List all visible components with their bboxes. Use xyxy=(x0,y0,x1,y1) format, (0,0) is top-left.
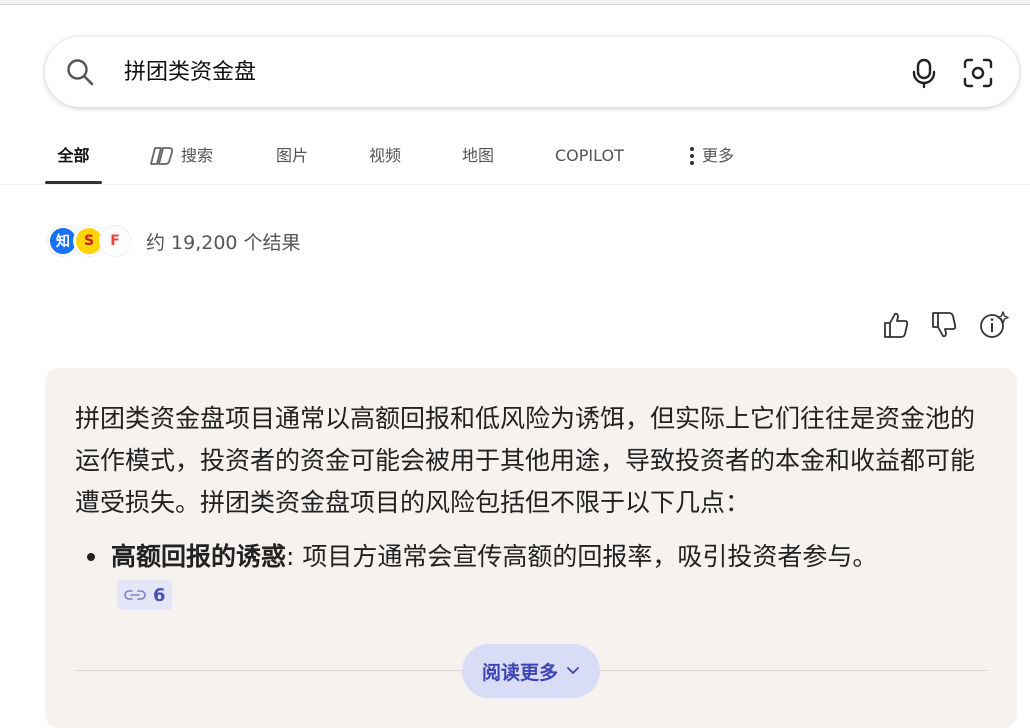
tab-videos[interactable]: 视频 xyxy=(369,128,401,184)
more-vertical-icon xyxy=(690,147,694,165)
citation-badge[interactable]: 6 xyxy=(117,580,172,610)
bullet-title: 高额回报的诱惑 xyxy=(111,542,287,571)
thumbs-up-icon[interactable] xyxy=(881,310,911,340)
search-tabs: 全部 搜索 图片 视频 地图 COPILOT 更多 xyxy=(0,128,1030,185)
ai-info-icon[interactable] xyxy=(979,310,1009,340)
copilot-icon xyxy=(150,147,174,165)
search-input[interactable] xyxy=(122,57,826,89)
tab-label: 全部 xyxy=(57,146,90,165)
thumbs-down-icon[interactable] xyxy=(929,310,959,340)
tab-label: 视频 xyxy=(369,146,402,165)
tab-search[interactable]: 搜索 xyxy=(149,128,213,184)
bullet-body: : 项目方通常会宣传高额的回报率，吸引投资者参与。 xyxy=(286,542,878,571)
source-f-icon[interactable]: F xyxy=(100,226,130,256)
bullet-dot xyxy=(87,553,95,561)
bullet-text: 高额回报的诱惑: 项目方通常会宣传高额的回报率，吸引投资者参与。 xyxy=(111,538,877,576)
tab-label: 地图 xyxy=(462,146,495,165)
tab-label: 更多 xyxy=(702,146,735,165)
tab-more[interactable]: 更多 xyxy=(688,128,734,184)
tab-copilot[interactable]: COPILOT xyxy=(555,128,624,184)
search-box[interactable] xyxy=(45,37,1019,107)
search-icon[interactable] xyxy=(65,57,95,87)
tab-maps[interactable]: 地图 xyxy=(462,128,494,184)
result-sources: 知 S F 约 19,200 个结果 xyxy=(48,223,301,259)
citation-count: 6 xyxy=(153,584,166,606)
read-more-button[interactable]: 阅读更多 xyxy=(462,644,600,698)
tab-images[interactable]: 图片 xyxy=(276,128,308,184)
copilot-answer-card: 拼团类资金盘项目通常以高额回报和低风险为诱饵，但实际上它们往往是资金池的运作模式… xyxy=(45,368,1017,728)
answer-paragraph: 拼团类资金盘项目通常以高额回报和低风险为诱饵，但实际上它们往往是资金池的运作模式… xyxy=(75,404,976,517)
visual-search-icon[interactable] xyxy=(962,57,994,89)
top-border xyxy=(0,0,1030,5)
chevron-down-icon xyxy=(567,667,579,674)
read-more-label: 阅读更多 xyxy=(481,661,558,684)
tab-all[interactable]: 全部 xyxy=(45,128,102,184)
tab-label: COPILOT xyxy=(555,146,624,165)
link-icon xyxy=(124,590,146,600)
result-count: 约 19,200 个结果 xyxy=(146,231,301,254)
tab-label: 图片 xyxy=(276,146,309,165)
tab-label: 搜索 xyxy=(181,146,214,165)
microphone-icon[interactable] xyxy=(909,57,939,89)
